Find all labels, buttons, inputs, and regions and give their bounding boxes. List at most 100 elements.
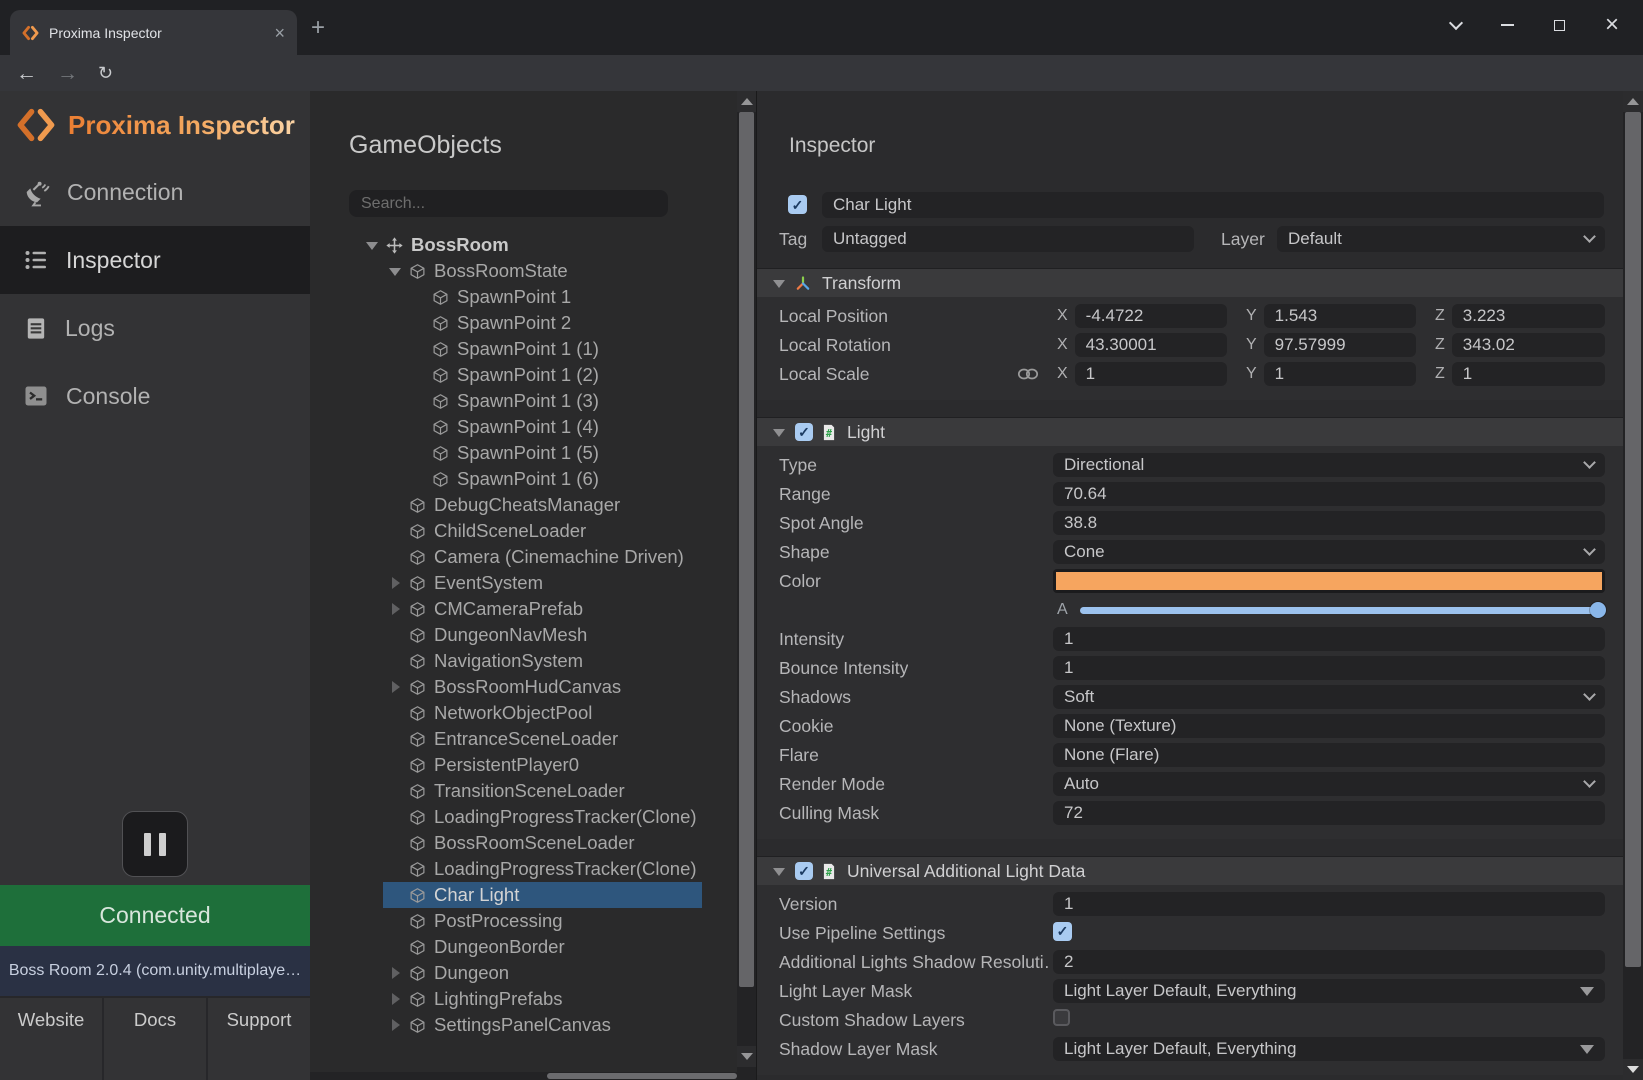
- tag-field[interactable]: Untagged: [822, 226, 1194, 252]
- tree-item[interactable]: SpawnPoint 1 (6): [310, 466, 737, 492]
- scroll-down-button[interactable]: [737, 1046, 756, 1067]
- footer-link-website[interactable]: Website: [0, 998, 104, 1080]
- layer-dropdown[interactable]: Default: [1277, 226, 1605, 252]
- section-header[interactable]: ✓#Light: [757, 418, 1623, 446]
- tree-item[interactable]: DungeonNavMesh: [310, 622, 737, 648]
- tree-item[interactable]: ChildSceneLoader: [310, 518, 737, 544]
- vector-input[interactable]: 43.30001: [1075, 333, 1227, 357]
- property-checkbox[interactable]: ✓: [1053, 922, 1072, 941]
- tree-item[interactable]: SpawnPoint 1 (4): [310, 414, 737, 440]
- tree-item[interactable]: DebugCheatsManager: [310, 492, 737, 518]
- vector-input[interactable]: 1: [1452, 362, 1605, 386]
- value-field[interactable]: 38.8: [1053, 511, 1605, 535]
- gameobject-name-field[interactable]: Char Light: [822, 192, 1604, 218]
- gameobject-active-checkbox[interactable]: ✓: [788, 195, 807, 214]
- scroll-up-button[interactable]: [1623, 91, 1643, 112]
- tree-item[interactable]: SpawnPoint 1 (3): [310, 388, 737, 414]
- tree-item[interactable]: BossRoom: [310, 232, 737, 258]
- collapse-arrow-icon[interactable]: [773, 277, 786, 290]
- property-checkbox[interactable]: [1053, 1009, 1070, 1026]
- tree-item[interactable]: NetworkObjectPool: [310, 700, 737, 726]
- dropdown-field[interactable]: Soft: [1053, 685, 1605, 709]
- tab-close-icon[interactable]: ×: [274, 24, 285, 42]
- collapse-arrow-icon[interactable]: [773, 865, 786, 878]
- expand-arrow-icon[interactable]: [389, 1019, 402, 1032]
- tree-item[interactable]: EventSystem: [310, 570, 737, 596]
- tree-item[interactable]: LightingPrefabs: [310, 986, 737, 1012]
- scroll-up-button[interactable]: [737, 91, 756, 112]
- search-input[interactable]: [349, 190, 668, 217]
- tree-item[interactable]: LoadingProgressTracker(Clone): [310, 804, 737, 830]
- value-field[interactable]: 70.64: [1053, 482, 1605, 506]
- scrollbar-thumb[interactable]: [739, 112, 754, 987]
- forward-icon[interactable]: →: [57, 63, 78, 84]
- vector-input[interactable]: 3.223: [1452, 304, 1605, 328]
- tree-item[interactable]: EntranceSceneLoader: [310, 726, 737, 752]
- value-field[interactable]: 1: [1053, 656, 1605, 680]
- minimize-button[interactable]: [1501, 24, 1514, 26]
- value-field[interactable]: 2: [1053, 950, 1605, 974]
- tree-item[interactable]: BossRoomHudCanvas: [310, 674, 737, 700]
- expand-arrow-icon[interactable]: [389, 993, 402, 1006]
- expand-arrow-icon[interactable]: [389, 577, 402, 590]
- tree-item[interactable]: NavigationSystem: [310, 648, 737, 674]
- section-header[interactable]: ✓#Universal Additional Light Data: [757, 857, 1623, 885]
- expand-arrow-icon[interactable]: [389, 967, 402, 980]
- tree-item[interactable]: SpawnPoint 1 (5): [310, 440, 737, 466]
- browser-tab[interactable]: Proxima Inspector ×: [10, 10, 297, 55]
- dropdown-field[interactable]: Cone: [1053, 540, 1605, 564]
- vector-input[interactable]: 1: [1264, 362, 1416, 386]
- new-tab-button[interactable]: +: [311, 16, 325, 40]
- color-swatch[interactable]: [1053, 569, 1605, 593]
- scrollbar-thumb[interactable]: [1625, 112, 1641, 967]
- scroll-down-button[interactable]: [1623, 1059, 1643, 1080]
- tree-item[interactable]: Dungeon: [310, 960, 737, 986]
- value-field[interactable]: None (Flare): [1053, 743, 1605, 767]
- hscrollbar-thumb[interactable]: [547, 1073, 737, 1079]
- vector-input[interactable]: 1.543: [1264, 304, 1416, 328]
- tree-item[interactable]: SpawnPoint 1: [310, 284, 737, 310]
- back-icon[interactable]: ←: [16, 63, 37, 84]
- slider-track[interactable]: [1080, 607, 1605, 614]
- value-field[interactable]: 1: [1053, 627, 1605, 651]
- sidebar-item-connection[interactable]: Connection: [0, 158, 310, 226]
- maximize-button[interactable]: [1554, 20, 1565, 31]
- tree-item[interactable]: Char Light: [310, 882, 737, 908]
- tree-item[interactable]: BossRoomSceneLoader: [310, 830, 737, 856]
- vector-input[interactable]: 343.02: [1452, 333, 1605, 357]
- vector-input[interactable]: 1: [1075, 362, 1227, 386]
- vector-input[interactable]: 97.57999: [1264, 333, 1416, 357]
- value-field[interactable]: 72: [1053, 801, 1605, 825]
- vector-input[interactable]: -4.4722: [1075, 304, 1227, 328]
- tree-item[interactable]: CMCameraPrefab: [310, 596, 737, 622]
- footer-link-docs[interactable]: Docs: [104, 998, 208, 1080]
- expand-arrow-icon[interactable]: [389, 681, 402, 694]
- mask-dropdown-field[interactable]: Light Layer Default, Everything: [1053, 979, 1605, 1003]
- tree-item[interactable]: DungeonBorder: [310, 934, 737, 960]
- value-field[interactable]: 1: [1053, 892, 1605, 916]
- sidebar-item-logs[interactable]: Logs: [0, 294, 310, 362]
- expand-arrow-icon[interactable]: [389, 265, 402, 278]
- component-enabled-checkbox[interactable]: ✓: [795, 862, 813, 880]
- reload-icon[interactable]: ↻: [98, 64, 113, 82]
- tree-item[interactable]: PersistentPlayer0: [310, 752, 737, 778]
- section-header[interactable]: Transform: [757, 269, 1623, 297]
- tree-item[interactable]: SettingsPanelCanvas: [310, 1012, 737, 1038]
- sidebar-item-console[interactable]: Console: [0, 362, 310, 430]
- tree-item[interactable]: SpawnPoint 2: [310, 310, 737, 336]
- expand-arrow-icon[interactable]: [389, 603, 402, 616]
- sidebar-item-inspector[interactable]: Inspector: [0, 226, 310, 294]
- tree-item[interactable]: SpawnPoint 1 (2): [310, 362, 737, 388]
- dropdown-field[interactable]: Auto: [1053, 772, 1605, 796]
- slider-thumb[interactable]: [1590, 602, 1606, 618]
- pause-button[interactable]: [122, 811, 188, 877]
- tree-item[interactable]: LoadingProgressTracker(Clone): [310, 856, 737, 882]
- mask-dropdown-field[interactable]: Light Layer Default, Everything: [1053, 1037, 1605, 1061]
- tree-item[interactable]: PostProcessing: [310, 908, 737, 934]
- collapse-arrow-icon[interactable]: [773, 426, 786, 439]
- expand-arrow-icon[interactable]: [366, 239, 379, 252]
- tree-item[interactable]: Camera (Cinemachine Driven): [310, 544, 737, 570]
- footer-link-support[interactable]: Support: [208, 998, 310, 1080]
- close-window-button[interactable]: ×: [1605, 13, 1619, 37]
- tree-item[interactable]: BossRoomState: [310, 258, 737, 284]
